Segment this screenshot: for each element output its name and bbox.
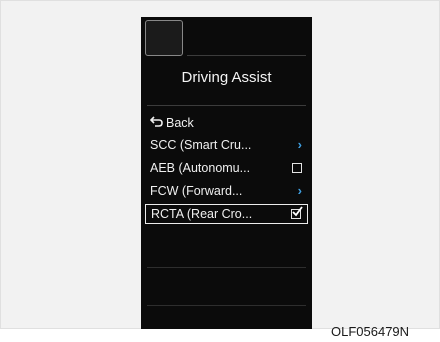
menu-item-label: RCTA (Rear Cro... [151, 207, 253, 221]
row-divider [147, 305, 306, 306]
checkmark-icon [292, 206, 303, 217]
row-divider [147, 267, 306, 268]
cluster-display: Driving Assist Back SCC (Smart Cru... › … [141, 17, 312, 329]
menu-item-scc[interactable]: SCC (Smart Cru... › [145, 135, 308, 155]
menu-title: Driving Assist [181, 69, 272, 86]
chevron-right-icon: › [297, 183, 302, 198]
menu-item-label: SCC (Smart Cru... [150, 138, 252, 152]
back-icon [149, 113, 164, 133]
header-divider [187, 55, 306, 56]
menu-item-label: AEB (Autonomu... [150, 161, 251, 175]
checkbox-checked[interactable] [291, 206, 303, 219]
checkbox-unchecked[interactable] [292, 163, 302, 173]
previous-menu-tab[interactable] [145, 20, 183, 56]
title-divider [147, 105, 306, 106]
menu-item-label: FCW (Forward... [150, 184, 243, 198]
menu-item-fcw[interactable]: FCW (Forward... › [145, 181, 308, 201]
menu-item-label: Back [166, 116, 194, 130]
menu-item-aeb[interactable]: AEB (Autonomu... [145, 158, 308, 178]
menu-item-rcta[interactable]: RCTA (Rear Cro... [145, 204, 308, 224]
menu-item-back[interactable]: Back [145, 113, 308, 133]
figure-caption: OLF056479N [331, 324, 410, 339]
chevron-right-icon: › [297, 137, 302, 152]
